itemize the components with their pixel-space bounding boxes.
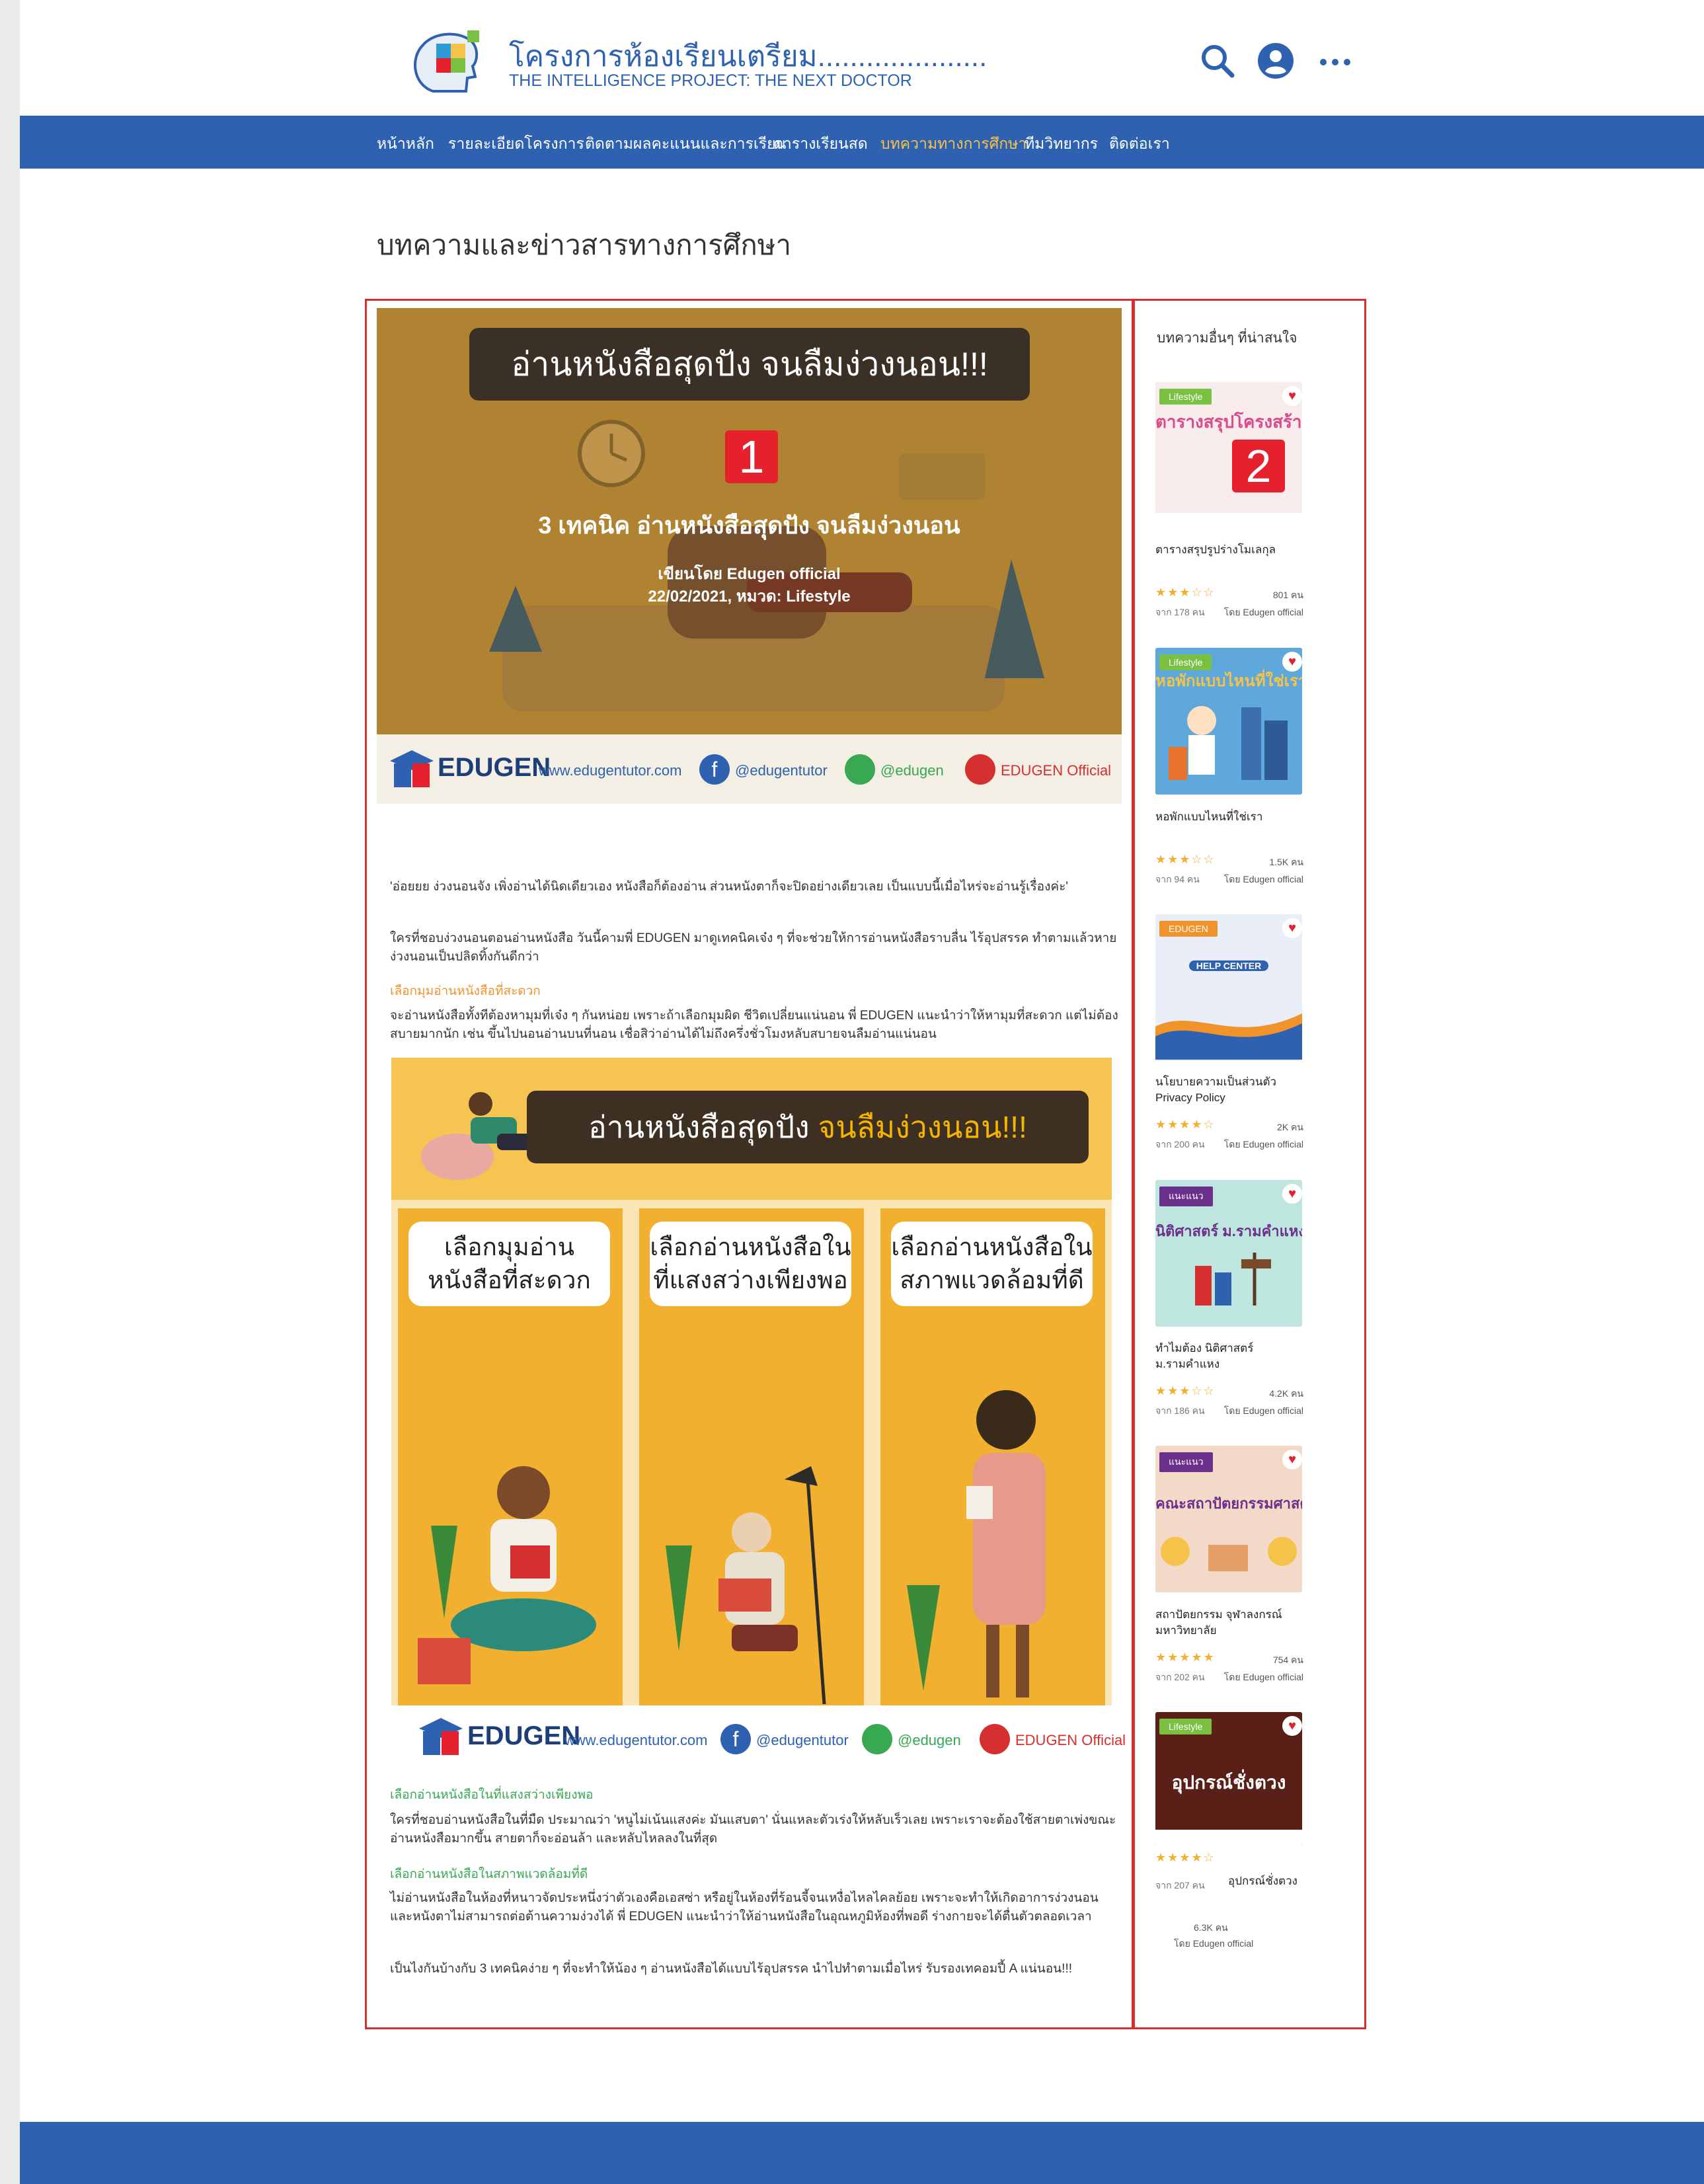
site-header: โครงการห้องเรียนเตรียม..................… [20,0,1704,116]
highlight-box-sidebar [1132,299,1366,2029]
nav-item-speakers[interactable]: ทีมวิทยากร [1025,132,1098,156]
nav-item-home[interactable]: หน้าหลัก [377,132,434,156]
page-title: บทความและข่าวสารทางการศึกษา [377,229,792,260]
site-subtitle: THE INTELLIGENCE PROJECT: THE NEXT DOCTO… [509,71,912,90]
nav-item-articles[interactable]: บทความทางการศึกษา [880,132,1026,156]
site-logo-icon[interactable] [407,25,509,99]
nav-item-contact[interactable]: ติดต่อเรา [1109,132,1170,156]
site-footer [20,2122,1704,2184]
page: โครงการห้องเรียนเตรียม..................… [20,0,1704,2184]
search-icon[interactable] [1198,41,1237,81]
main-navigation: หน้าหลัก รายละเอียดโครงการ ติดตามผลคะแนน… [20,116,1704,169]
more-options-icon[interactable] [1315,41,1355,81]
nav-item-live-schedule[interactable]: ตารางเรียนสด [773,132,868,156]
nav-item-score-tracking[interactable]: ติดตามผลคะแนนและการเรียน [585,132,786,156]
user-account-icon[interactable] [1256,41,1296,81]
highlight-box-article [365,299,1135,2029]
nav-item-project-details[interactable]: รายละเอียดโครงการ [448,132,584,156]
